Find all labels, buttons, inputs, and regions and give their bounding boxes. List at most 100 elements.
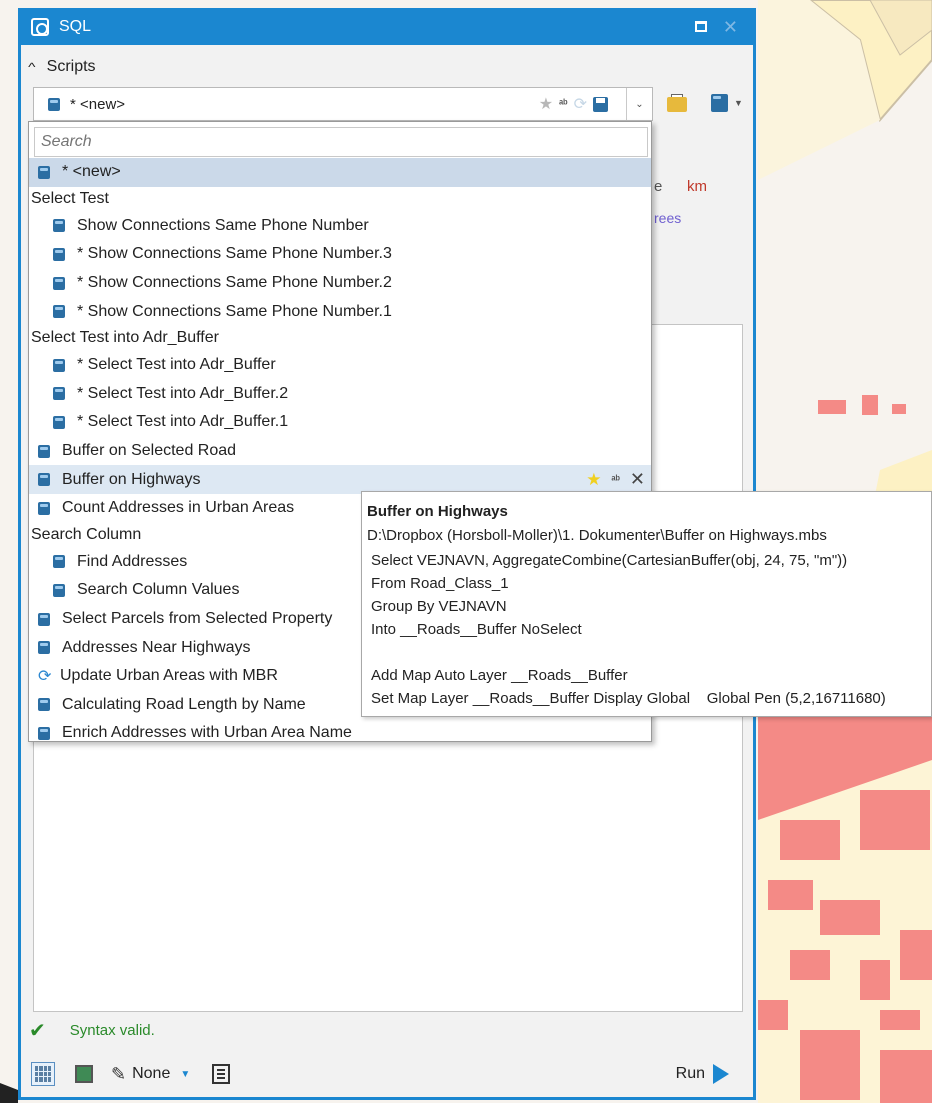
script-item-label: Calculating Road Length by Name: [62, 695, 306, 713]
map-view-icon[interactable]: [75, 1065, 93, 1083]
run-label[interactable]: Run: [676, 1065, 705, 1083]
status-text: Syntax valid.: [69, 1022, 155, 1039]
rename-icon[interactable]: ᵃᵇ: [611, 474, 619, 486]
tooltip-path: D:\Dropbox (Horsboll-Moller)\1. Dokument…: [367, 527, 827, 544]
script-item-label: * Select Test into Adr_Buffer: [77, 356, 276, 374]
find-icon[interactable]: [212, 1064, 231, 1084]
favorite-star-icon[interactable]: ★: [539, 94, 553, 114]
script-icon: [38, 612, 50, 626]
script-combo[interactable]: * <new> ★ ᵃᵇ ⟳ ⌄: [33, 87, 653, 121]
tooltip-code-line: From Road_Class_1: [371, 575, 509, 592]
script-icon: [53, 387, 65, 401]
row-tools: ★ ᵃᵇ ✕: [586, 469, 645, 490]
script-item[interactable]: Buffer on Highways ★ ᵃᵇ ✕: [29, 465, 651, 494]
script-icon: [53, 358, 65, 372]
script-item[interactable]: * Show Connections Same Phone Number.3: [29, 240, 651, 269]
script-item-label: Update Urban Areas with MBR: [60, 667, 278, 685]
scripts-label: Scripts: [46, 58, 96, 75]
window-title: SQL: [59, 17, 92, 35]
script-tooltip: Buffer on Highways D:\Dropbox (Horsboll-…: [361, 491, 932, 717]
script-item[interactable]: Buffer on Selected Road: [29, 437, 651, 466]
script-item-label: Count Addresses in Urban Areas: [62, 499, 295, 517]
script-group-label: Search Column: [31, 526, 142, 544]
script-item-label: Select Parcels from Selected Property: [62, 610, 333, 628]
style-value[interactable]: None: [132, 1065, 170, 1083]
tooltip-code-line: Into __Roads__Buffer NoSelect: [371, 621, 582, 638]
script-icon: [53, 219, 65, 233]
script-item-label: Buffer on Highways: [62, 470, 201, 488]
chevron-down-icon[interactable]: ▼: [734, 98, 743, 108]
script-icon: [38, 641, 50, 655]
tooltip-code-line: Set Map Layer __Roads__Buffer Display Gl…: [371, 690, 886, 707]
script-icon: [38, 473, 50, 487]
script-item-label: * Show Connections Same Phone Number.1: [77, 302, 392, 320]
script-item-label: Buffer on Selected Road: [62, 442, 237, 460]
script-icon: [38, 501, 50, 515]
background-fragment-e: e: [654, 178, 663, 195]
script-item[interactable]: * Show Connections Same Phone Number.1: [29, 297, 651, 326]
run-play-icon[interactable]: [713, 1064, 729, 1084]
background-fragment-rees[interactable]: rees: [654, 210, 681, 226]
save-icon[interactable]: [593, 96, 608, 112]
script-icon: [53, 276, 65, 290]
script-icon: [53, 583, 65, 597]
script-item-label: * Select Test into Adr_Buffer.2: [77, 384, 289, 402]
script-item-label: * Show Connections Same Phone Number.2: [77, 274, 392, 292]
script-item[interactable]: Enrich Addresses with Urban Area Name: [29, 719, 651, 748]
script-item[interactable]: * Select Test into Adr_Buffer: [29, 351, 651, 380]
style-icon[interactable]: ✎: [111, 1064, 126, 1085]
tooltip-title: Buffer on Highways: [367, 503, 508, 520]
maximize-icon[interactable]: [694, 21, 707, 32]
tooltip-code-line: Select VEJNAVN, AggregateCombine(Cartesi…: [371, 552, 848, 569]
script-item[interactable]: * <new>: [29, 158, 651, 187]
script-group[interactable]: Select Test: [29, 187, 651, 212]
script-icon: [38, 444, 50, 458]
new-script-button[interactable]: ▼: [711, 94, 743, 112]
script-item[interactable]: * Show Connections Same Phone Number.2: [29, 269, 651, 298]
close-icon[interactable]: ✕: [723, 18, 738, 36]
sql-app-icon: [31, 17, 49, 36]
scripts-section-header[interactable]: ^ Scripts: [28, 56, 96, 78]
script-icon: [53, 305, 65, 319]
script-group[interactable]: Select Test into Adr_Buffer: [29, 326, 651, 351]
script-item-label: Search Column Values: [77, 581, 240, 599]
grid-view-icon[interactable]: [31, 1062, 55, 1086]
script-item-label: * <new>: [62, 163, 121, 181]
tooltip-code-line: Add Map Auto Layer __Roads__Buffer: [371, 667, 628, 684]
script-item-label: Addresses Near Highways: [62, 638, 251, 656]
chevron-up-icon[interactable]: ^: [28, 60, 35, 74]
combo-value: * <new>: [70, 95, 126, 113]
script-item-label: Enrich Addresses with Urban Area Name: [62, 724, 352, 742]
new-script-icon: [711, 94, 728, 112]
script-icon: [38, 726, 50, 740]
script-group-label: Select Test into Adr_Buffer: [31, 329, 219, 347]
script-icon: [38, 698, 50, 712]
script-icon: [53, 247, 65, 261]
script-group-label: Select Test: [31, 190, 109, 208]
favorite-star-icon[interactable]: ★: [586, 470, 601, 490]
refresh-icon[interactable]: ⟳: [574, 94, 587, 114]
title-bar: SQL ✕: [18, 8, 756, 45]
unit-km-label: km: [687, 178, 707, 195]
script-icon: [38, 165, 50, 179]
chevron-down-icon[interactable]: ▼: [180, 1069, 190, 1080]
script-item[interactable]: * Select Test into Adr_Buffer.1: [29, 408, 651, 437]
check-icon: ✔: [29, 1020, 46, 1042]
script-item-label: * Select Test into Adr_Buffer.1: [77, 413, 289, 431]
bottom-toolbar: ✎ None ▼ Run: [31, 1059, 731, 1089]
combo-dropdown-button[interactable]: ⌄: [626, 88, 652, 120]
sync-icon: ⟳: [38, 668, 52, 686]
script-item-label: * Show Connections Same Phone Number.3: [77, 245, 392, 263]
script-icon: [53, 555, 65, 569]
script-icon: [53, 415, 65, 429]
status-bar: ✔ Syntax valid.: [29, 1018, 155, 1043]
script-item-label: Show Connections Same Phone Number: [77, 216, 369, 234]
search-input[interactable]: [34, 127, 648, 157]
script-item[interactable]: Show Connections Same Phone Number: [29, 212, 651, 241]
script-item-label: Find Addresses: [77, 552, 188, 570]
delete-icon[interactable]: ✕: [630, 469, 645, 490]
open-folder-icon[interactable]: [667, 94, 689, 112]
script-item[interactable]: * Select Test into Adr_Buffer.2: [29, 380, 651, 409]
tooltip-code-line: Group By VEJNAVN: [371, 598, 507, 615]
rename-icon[interactable]: ᵃᵇ: [559, 98, 567, 110]
